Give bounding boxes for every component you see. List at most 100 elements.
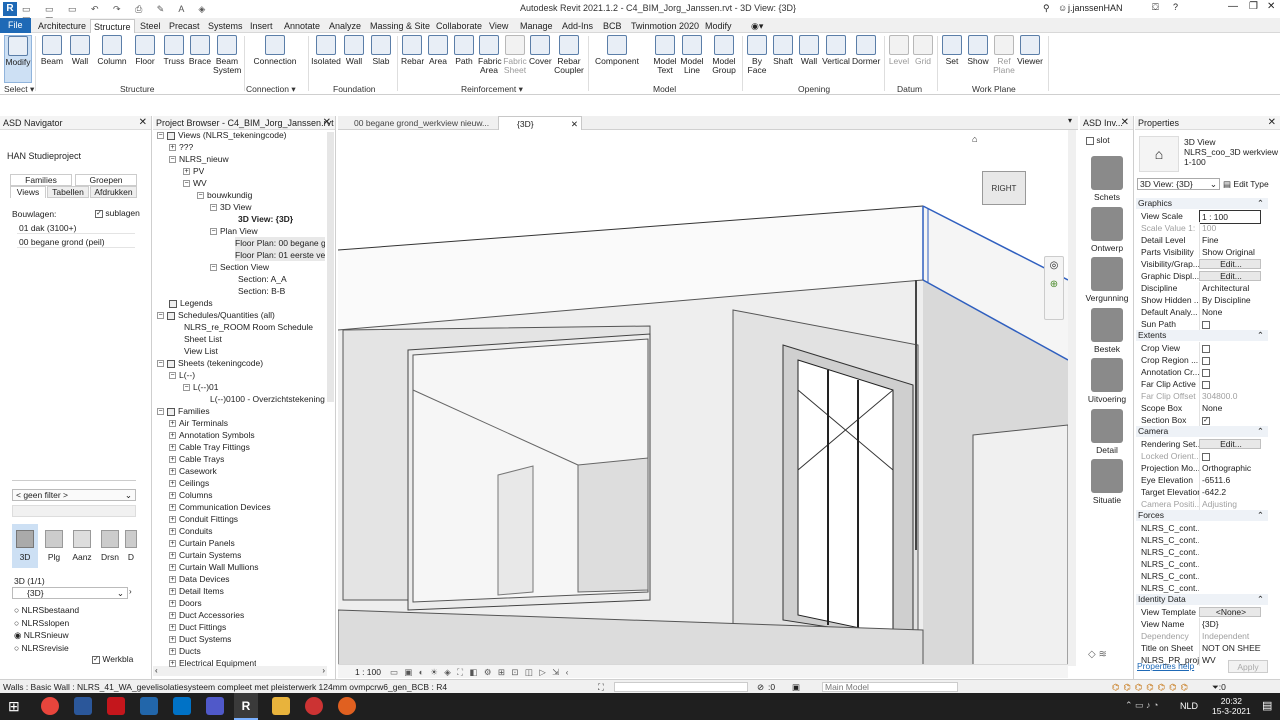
inventory-stage-button[interactable]: Bestek (1084, 307, 1130, 354)
beam-system-button[interactable]: Beam System (213, 35, 241, 75)
tab-add-ins[interactable]: Add-Ins (559, 19, 596, 33)
workset-icon[interactable]: ⛶ (598, 680, 604, 694)
property-row[interactable]: NLRS_C_cont... (1138, 534, 1266, 546)
model-group-button[interactable]: Model Group (710, 35, 738, 75)
property-row[interactable]: Far Clip Active (1138, 378, 1266, 390)
scrollbar[interactable] (327, 132, 334, 402)
tab-analyze[interactable]: Analyze (326, 19, 364, 33)
close-icon[interactable]: ✕ (323, 116, 331, 129)
property-row[interactable]: Graphic Displ... Edit... (1138, 270, 1266, 282)
property-value[interactable]: Independent (1199, 630, 1261, 642)
close-icon[interactable]: ✕ (139, 116, 147, 129)
property-value[interactable]: 100 (1199, 222, 1261, 234)
property-row[interactable]: Parts Visibility Show Original (1138, 246, 1266, 258)
property-value[interactable]: Orthographic (1199, 462, 1261, 474)
tab-groepen[interactable]: Groepen (75, 174, 137, 186)
truss-button[interactable]: Truss (162, 35, 186, 66)
property-row[interactable]: NLRS_C_cont... (1138, 546, 1266, 558)
tree-family-item[interactable]: + Detail Items (169, 585, 224, 597)
tab-view[interactable]: View (486, 19, 511, 33)
property-row[interactable]: Locked Orient... (1138, 450, 1266, 462)
modify-button[interactable]: Modify (4, 35, 32, 83)
fabric-area-button[interactable]: Fabric Area (478, 35, 502, 75)
properties-help-link[interactable]: Properties help (1137, 661, 1194, 671)
werkbla-checkbox[interactable]: ✓ Werkbla (92, 654, 133, 664)
vertical-scrollbar[interactable] (1068, 130, 1076, 666)
property-value[interactable]: Show Original (1199, 246, 1261, 258)
filter-icon[interactable]: ⏷:0 (1212, 680, 1226, 694)
tree-item[interactable]: Section: B-B (238, 285, 285, 297)
tree-family-item[interactable]: + Air Terminals (169, 417, 228, 429)
tree-item[interactable]: +??? (169, 141, 193, 153)
inventory-stage-button[interactable]: Uitvoering (1084, 358, 1130, 404)
model-text-button[interactable]: Model Text (653, 35, 677, 75)
property-value[interactable]: Architectural (1199, 282, 1261, 294)
property-value[interactable]: {3D} (1199, 618, 1261, 630)
revit-taskbar-icon[interactable]: R (234, 693, 258, 720)
tab-modify[interactable]: Modify (702, 19, 735, 33)
tree-item[interactable]: Section: A_A (238, 273, 287, 285)
slab-button[interactable]: Slab (370, 35, 392, 66)
wall-opening-button[interactable]: Wall (799, 35, 819, 66)
tree-family-item[interactable]: + Duct Fittings (169, 621, 226, 633)
tab-annotate[interactable]: Annotate (281, 19, 323, 33)
property-row[interactable]: NLRS_C_cont... (1138, 522, 1266, 534)
tree-family-item[interactable]: + Conduits (169, 525, 213, 537)
close-icon[interactable]: ✕ (1267, 1, 1275, 12)
notifications-icon[interactable]: ▤ (1262, 699, 1272, 712)
property-checkbox[interactable] (1199, 342, 1261, 354)
search-icon[interactable]: ⚲ (1043, 3, 1050, 14)
tree-family-item[interactable]: + Doors (169, 597, 202, 609)
tree-item[interactable]: − WV (183, 177, 207, 189)
property-row[interactable]: Visibility/Grap... Edit... (1138, 258, 1266, 270)
brace-button[interactable]: Brace (188, 35, 212, 66)
chrome-icon[interactable] (41, 697, 59, 715)
property-row[interactable]: Scope Box None (1138, 402, 1266, 414)
property-row[interactable]: NLRS_C_cont... (1138, 558, 1266, 570)
edit-button[interactable]: Edit... (1199, 439, 1261, 449)
tree-family-item[interactable]: + Curtain Panels (169, 537, 235, 549)
revit-logo-icon[interactable]: R (3, 2, 17, 16)
property-row[interactable]: Projection Mo... Orthographic (1138, 462, 1266, 474)
property-row[interactable]: Annotation Cr... (1138, 366, 1266, 378)
tree-sheets[interactable]: − Sheets (tekeningcode) (157, 357, 263, 369)
tab-bcb[interactable]: BCB (600, 19, 625, 33)
level-item[interactable]: 01 dak (3100+) (17, 222, 135, 234)
property-row[interactable]: Eye Elevation -6511.6 (1138, 474, 1266, 486)
windows-start-icon[interactable]: ⊞ (8, 697, 26, 715)
home-icon[interactable]: ⌂ (972, 134, 977, 144)
property-value[interactable]: Fine (1199, 234, 1261, 246)
beam-button[interactable]: Beam (40, 35, 64, 66)
view-scale[interactable]: 1 : 100 (355, 665, 381, 679)
wall-button[interactable]: Wall (68, 35, 92, 66)
edit-type-button[interactable]: ▤ Edit Type (1223, 178, 1278, 190)
inventory-stage-button[interactable]: Schets (1084, 156, 1130, 202)
radio-nlrsbestaand[interactable]: ○ NLRSbestaand (14, 605, 79, 615)
ribbon-toggle-icon[interactable]: ◉▾ (748, 19, 766, 33)
tree-item[interactable]: − Plan View (210, 225, 258, 237)
property-row[interactable]: Target Elevation -642.2 (1138, 486, 1266, 498)
rebar-button[interactable]: Rebar (401, 35, 424, 66)
tab-views[interactable]: Views (10, 186, 46, 198)
property-row[interactable]: Section Box ✓ (1138, 414, 1266, 426)
tab-twinmotion[interactable]: Twinmotion 2020 (628, 19, 702, 33)
tree-item[interactable]: −3D View (210, 201, 252, 213)
property-section-header[interactable]: Forces ⌃ (1136, 510, 1268, 521)
connection-button[interactable]: Connection (252, 35, 298, 66)
view-plg-button[interactable]: Plg (41, 524, 67, 568)
model-line-button[interactable]: Model Line (680, 35, 704, 75)
tree-item[interactable]: − NLRS_nieuw (169, 153, 229, 165)
viewer-button[interactable]: Viewer (1017, 35, 1043, 66)
property-row[interactable]: Scale Value 1: 100 (1138, 222, 1266, 234)
zoom-icon[interactable]: ⊕ (1045, 279, 1063, 290)
property-row[interactable]: View Scale 1 : 100 (1138, 210, 1266, 224)
design-options-icon[interactable]: ▣ (792, 680, 800, 694)
view-select[interactable]: {3D} ⌄ (12, 587, 128, 599)
clock[interactable]: 20:32 15-3-2021 (1212, 696, 1251, 716)
fabric-sheet-button[interactable]: Fabric Sheet (503, 35, 527, 75)
steering-wheel-icon[interactable]: ◎ (1045, 260, 1063, 271)
file-explorer-icon[interactable] (272, 697, 290, 715)
tab-menu-icon[interactable]: ▾ (1068, 116, 1072, 125)
user-icon[interactable]: ☺ (1058, 3, 1067, 13)
property-section-header[interactable]: Extents ⌃ (1136, 330, 1268, 341)
